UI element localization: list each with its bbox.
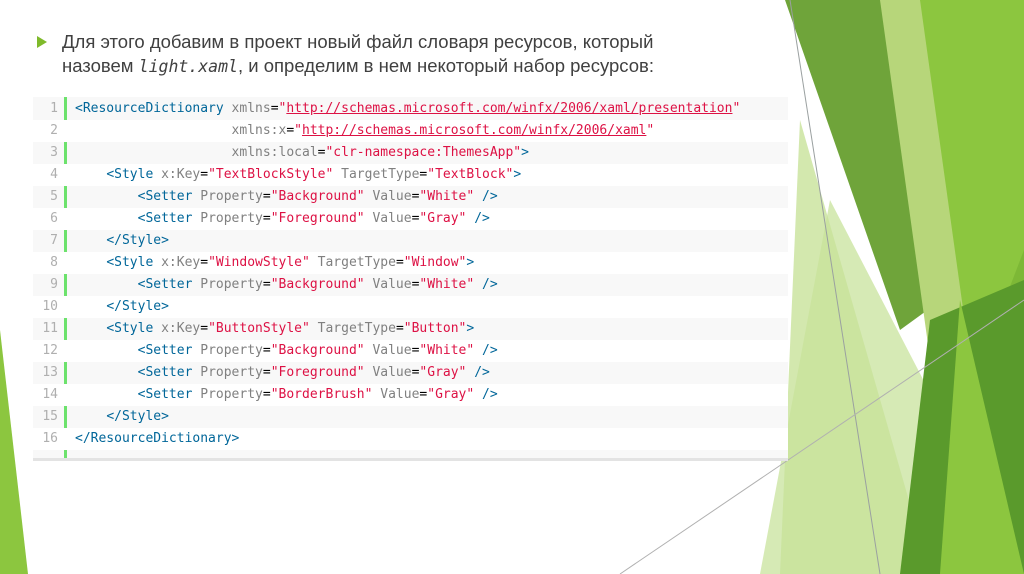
code-text: <Setter Property="BorderBrush" Value="Gr… (137, 387, 498, 402)
line-number: 13 (42, 365, 58, 380)
line-number: 15 (42, 409, 58, 424)
code-text: <Style x:Key="ButtonStyle" TargetType="B… (106, 321, 475, 336)
code-line: 15 </Style> (33, 406, 788, 428)
bullet-line-2-prefix: назовем (62, 55, 139, 76)
code-text: <Style x:Key="TextBlockStyle" TargetType… (106, 167, 522, 182)
code-text: </Style> (106, 299, 169, 314)
line-number: 11 (42, 321, 58, 336)
code-line: 3 xmlns:local="clr-namespace:ThemesApp"> (33, 142, 788, 164)
code-line: 10 </Style> (33, 296, 788, 318)
code-text: <Setter Property="Foreground" Value="Gra… (137, 211, 490, 226)
code-text: </ResourceDictionary> (75, 431, 240, 446)
code-text: <Setter Property="Background" Value="Whi… (137, 189, 498, 204)
code-line: 11 <Style x:Key="ButtonStyle" TargetType… (33, 318, 788, 340)
line-number: 8 (50, 255, 58, 270)
code-line: 1 <ResourceDictionary xmlns="http://schem… (33, 98, 788, 120)
code-line: 7 </Style> (33, 230, 788, 252)
filename-text: light.xaml (138, 57, 238, 76)
code-text: </Style> (106, 233, 169, 248)
code-text: <Setter Property="Background" Value="Whi… (137, 277, 498, 292)
line-number: 16 (42, 431, 58, 446)
code-line: 9 <Setter Property="Background" Value="W… (33, 274, 788, 296)
line-number: 5 (50, 189, 58, 204)
line-number: 14 (42, 387, 58, 402)
triangle-right-bullet-icon (37, 36, 47, 48)
code-text: <Setter Property="Foreground" Value="Gra… (137, 365, 490, 380)
code-text: xmlns:x="http://schemas.microsoft.com/wi… (231, 123, 655, 138)
bullet-line-2-suffix: , и определим в нем некоторый набор ресу… (237, 55, 654, 76)
slide: Для этого добавим в проект новый файл сл… (0, 0, 1024, 574)
code-line: 12 <Setter Property="Background" Value="… (33, 340, 788, 362)
code-line: 4 <Style x:Key="TextBlockStyle" TargetTy… (33, 164, 788, 186)
line-number: 2 (50, 123, 58, 138)
code-block: 1 <ResourceDictionary xmlns="http://schem… (33, 97, 788, 461)
code-text: <Style x:Key="WindowStyle" TargetType="W… (106, 255, 475, 270)
bullet-text: Для этого добавим в проект новый файл сл… (62, 30, 742, 79)
code-text: <ResourceDictionary xmlns="http://schema… (75, 101, 741, 116)
line-number: 12 (42, 343, 58, 358)
code-line: 8 <Style x:Key="WindowStyle" TargetType=… (33, 252, 788, 274)
line-number: 9 (50, 277, 58, 292)
line-number: 10 (42, 299, 58, 314)
code-line: 6 <Setter Property="Foreground" Value="G… (33, 208, 788, 230)
line-number: 3 (50, 145, 58, 160)
code-text: </Style> (106, 409, 169, 424)
code-line: 16 </ResourceDictionary> (33, 428, 788, 450)
code-text: <Setter Property="Background" Value="Whi… (137, 343, 498, 358)
code-line: 13 <Setter Property="Foreground" Value="… (33, 362, 788, 384)
bullet-line-1: Для этого добавим в проект новый файл сл… (62, 31, 654, 52)
line-number: 7 (50, 233, 58, 248)
code-text: xmlns:local="clr-namespace:ThemesApp"> (231, 145, 529, 160)
line-number: 1 (50, 101, 58, 116)
line-number: 6 (50, 211, 58, 226)
code-line: 2 xmlns:x="http://schemas.microsoft.com/… (33, 120, 788, 142)
code-line: 14 <Setter Property="BorderBrush" Value=… (33, 384, 788, 406)
line-number: 4 (50, 167, 58, 182)
code-line: 5 <Setter Property="Background" Value="W… (33, 186, 788, 208)
